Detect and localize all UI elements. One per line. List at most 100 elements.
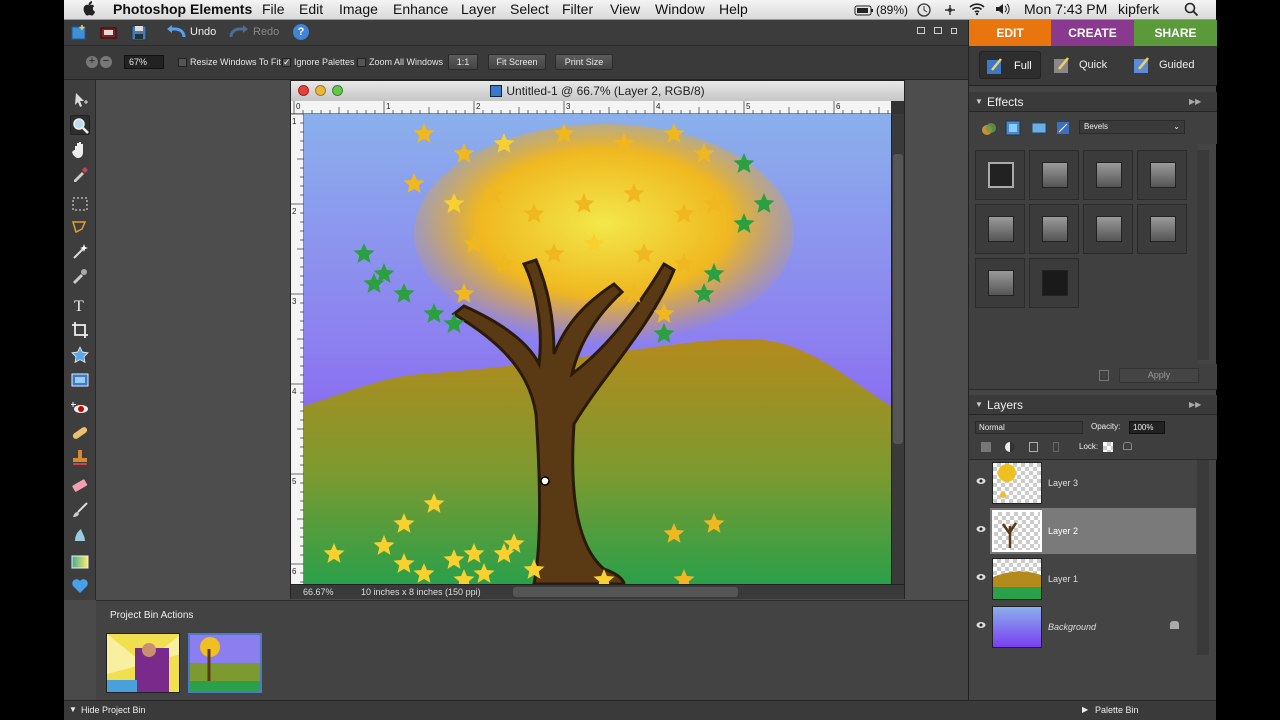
resize-windows-checkbox[interactable] — [178, 58, 187, 67]
zoom-out-icon[interactable]: − — [100, 56, 112, 68]
magic-wand-tool-icon[interactable] — [70, 241, 90, 261]
user-name[interactable]: kipferk — [1118, 1, 1159, 17]
actual-pixels-button[interactable]: 1:1 — [448, 54, 478, 70]
undo-button[interactable]: Undo — [190, 26, 216, 38]
apply-effect-button[interactable]: Apply — [1119, 368, 1199, 383]
zoom-tool-icon[interactable] — [70, 115, 90, 135]
menu-file[interactable]: File — [262, 1, 285, 17]
type-tool-icon[interactable]: T — [70, 295, 90, 315]
move-tool-icon[interactable] — [70, 90, 90, 110]
new-file-icon[interactable] — [70, 24, 88, 47]
minimize-window-button[interactable] — [315, 85, 326, 96]
menu-select[interactable]: Select — [510, 1, 549, 17]
menu-help[interactable]: Help — [719, 1, 748, 17]
eye-icon[interactable] — [976, 477, 986, 485]
project-bin-thumb-1[interactable] — [106, 633, 180, 693]
red-eye-tool-icon[interactable] — [70, 398, 90, 418]
menu-window[interactable]: Window — [655, 1, 705, 17]
all-effects-icon[interactable] — [1055, 120, 1071, 141]
menu-layer[interactable]: Layer — [461, 1, 496, 17]
project-bin-thumb-2[interactable] — [188, 633, 262, 693]
bevel-effect-thumbnail[interactable] — [1137, 204, 1187, 254]
bevel-effect-thumbnail[interactable] — [975, 150, 1025, 200]
bevel-effect-thumbnail[interactable] — [975, 204, 1025, 254]
time-machine-icon[interactable] — [916, 2, 932, 21]
layer-row-selected[interactable]: Layer 2 — [976, 508, 1196, 554]
bevel-effect-thumbnail[interactable] — [1029, 204, 1079, 254]
guided-edit-icon[interactable] — [1133, 56, 1151, 79]
horizontal-scroll-thumb[interactable] — [513, 587, 738, 597]
lock-transparency-icon[interactable] — [1103, 442, 1113, 452]
lasso-tool-icon[interactable] — [70, 217, 90, 237]
adjustment-layer-icon[interactable] — [1005, 442, 1015, 452]
layers-panel-header[interactable]: ▼ Layers ▶▶ — [969, 395, 1217, 415]
bevel-effect-thumbnail[interactable] — [1137, 150, 1187, 200]
menu-edit[interactable]: Edit — [299, 1, 323, 17]
zoom-window-button[interactable] — [332, 85, 343, 96]
full-edit-button[interactable]: Full — [979, 51, 1041, 79]
tab-edit[interactable]: EDIT — [969, 20, 1051, 46]
menu-image[interactable]: Image — [339, 1, 378, 17]
smart-brush-tool-icon[interactable] — [70, 524, 90, 544]
gradient-tool-icon[interactable] — [70, 552, 90, 572]
bevel-effect-thumbnail[interactable] — [1029, 150, 1079, 200]
save-icon[interactable] — [130, 24, 148, 47]
filters-icon[interactable] — [981, 121, 997, 142]
delete-layer-icon[interactable] — [1029, 442, 1038, 452]
bevel-effect-thumbnail[interactable] — [975, 258, 1025, 308]
project-bin-title[interactable]: Project Bin Actions — [110, 610, 193, 621]
shape-tool-icon[interactable] — [70, 345, 90, 365]
print-size-button[interactable]: Print Size — [555, 54, 613, 70]
clone-stamp-tool-icon[interactable] — [70, 448, 90, 468]
hand-tool-icon[interactable] — [70, 140, 90, 160]
zoom-all-windows-checkbox[interactable] — [357, 58, 366, 67]
maximize-icon[interactable] — [951, 28, 957, 34]
menu-enhance[interactable]: Enhance — [393, 1, 448, 17]
link-layers-icon[interactable] — [1053, 442, 1059, 452]
apple-icon[interactable] — [82, 0, 96, 19]
document-title-bar[interactable]: Untitled-1 @ 66.7% (Layer 2, RGB/8) — [291, 81, 904, 101]
tab-create[interactable]: CREATE — [1051, 20, 1134, 46]
layers-menu-icon[interactable]: ▶▶ — [1189, 400, 1201, 409]
help-icon[interactable]: ? — [293, 24, 309, 40]
bevel-effect-thumbnail[interactable] — [1083, 150, 1133, 200]
quick-edit-icon[interactable] — [1053, 56, 1071, 79]
new-layer-icon[interactable] — [981, 442, 991, 452]
effects-category-select[interactable]: Bevels ⌄ — [1079, 120, 1185, 134]
menu-view[interactable]: View — [610, 1, 640, 17]
fit-screen-button[interactable]: Fit Screen — [488, 54, 546, 70]
eye-icon[interactable] — [976, 621, 986, 629]
blend-mode-select[interactable]: Normal — [975, 421, 1083, 434]
layers-scrollbar[interactable] — [1197, 460, 1209, 655]
horizontal-ruler[interactable]: 0 1 2 3 4 5 6 — [291, 101, 891, 114]
zoom-level-input[interactable]: 67% — [124, 55, 164, 69]
ignore-palettes-checkbox[interactable]: ✓ — [282, 58, 291, 67]
undo-icon[interactable] — [166, 25, 186, 44]
clock[interactable]: Mon 7:43 PM — [1024, 1, 1107, 17]
menu-filter[interactable]: Filter — [562, 1, 593, 17]
photo-effects-icon[interactable] — [1031, 121, 1047, 140]
layer-row[interactable]: Layer 3 — [976, 460, 1196, 506]
palette-bin-icon[interactable]: ▶ — [1082, 705, 1088, 714]
effects-panel-header[interactable]: ▼ Effects ▶▶ — [969, 92, 1217, 112]
volume-icon[interactable] — [994, 2, 1012, 19]
minimize-icon[interactable] — [917, 27, 925, 34]
status-zoom[interactable]: 66.67% — [303, 587, 334, 597]
effects-scrollbar[interactable] — [1197, 150, 1209, 360]
image-canvas[interactable] — [304, 114, 891, 584]
layer-row[interactable]: Layer 1 — [976, 556, 1196, 602]
battery-icon[interactable] — [854, 3, 874, 19]
recompose-tool-icon[interactable] — [70, 370, 90, 390]
spotlight-icon[interactable] — [1184, 2, 1199, 20]
quick-selection-tool-icon[interactable] — [70, 266, 90, 286]
collapse-layers-icon[interactable]: ▼ — [975, 400, 983, 409]
sync-icon[interactable] — [942, 2, 958, 21]
trash-icon[interactable] — [1099, 370, 1109, 381]
lock-all-icon[interactable] — [1123, 442, 1132, 450]
wifi-icon[interactable] — [968, 2, 986, 19]
layer-styles-icon[interactable] — [1005, 120, 1021, 141]
layer-row[interactable]: Background — [976, 604, 1196, 650]
effects-menu-icon[interactable]: ▶▶ — [1189, 97, 1201, 106]
zoom-in-icon[interactable]: + — [86, 56, 98, 68]
custom-shape-tool-icon[interactable] — [70, 576, 90, 596]
